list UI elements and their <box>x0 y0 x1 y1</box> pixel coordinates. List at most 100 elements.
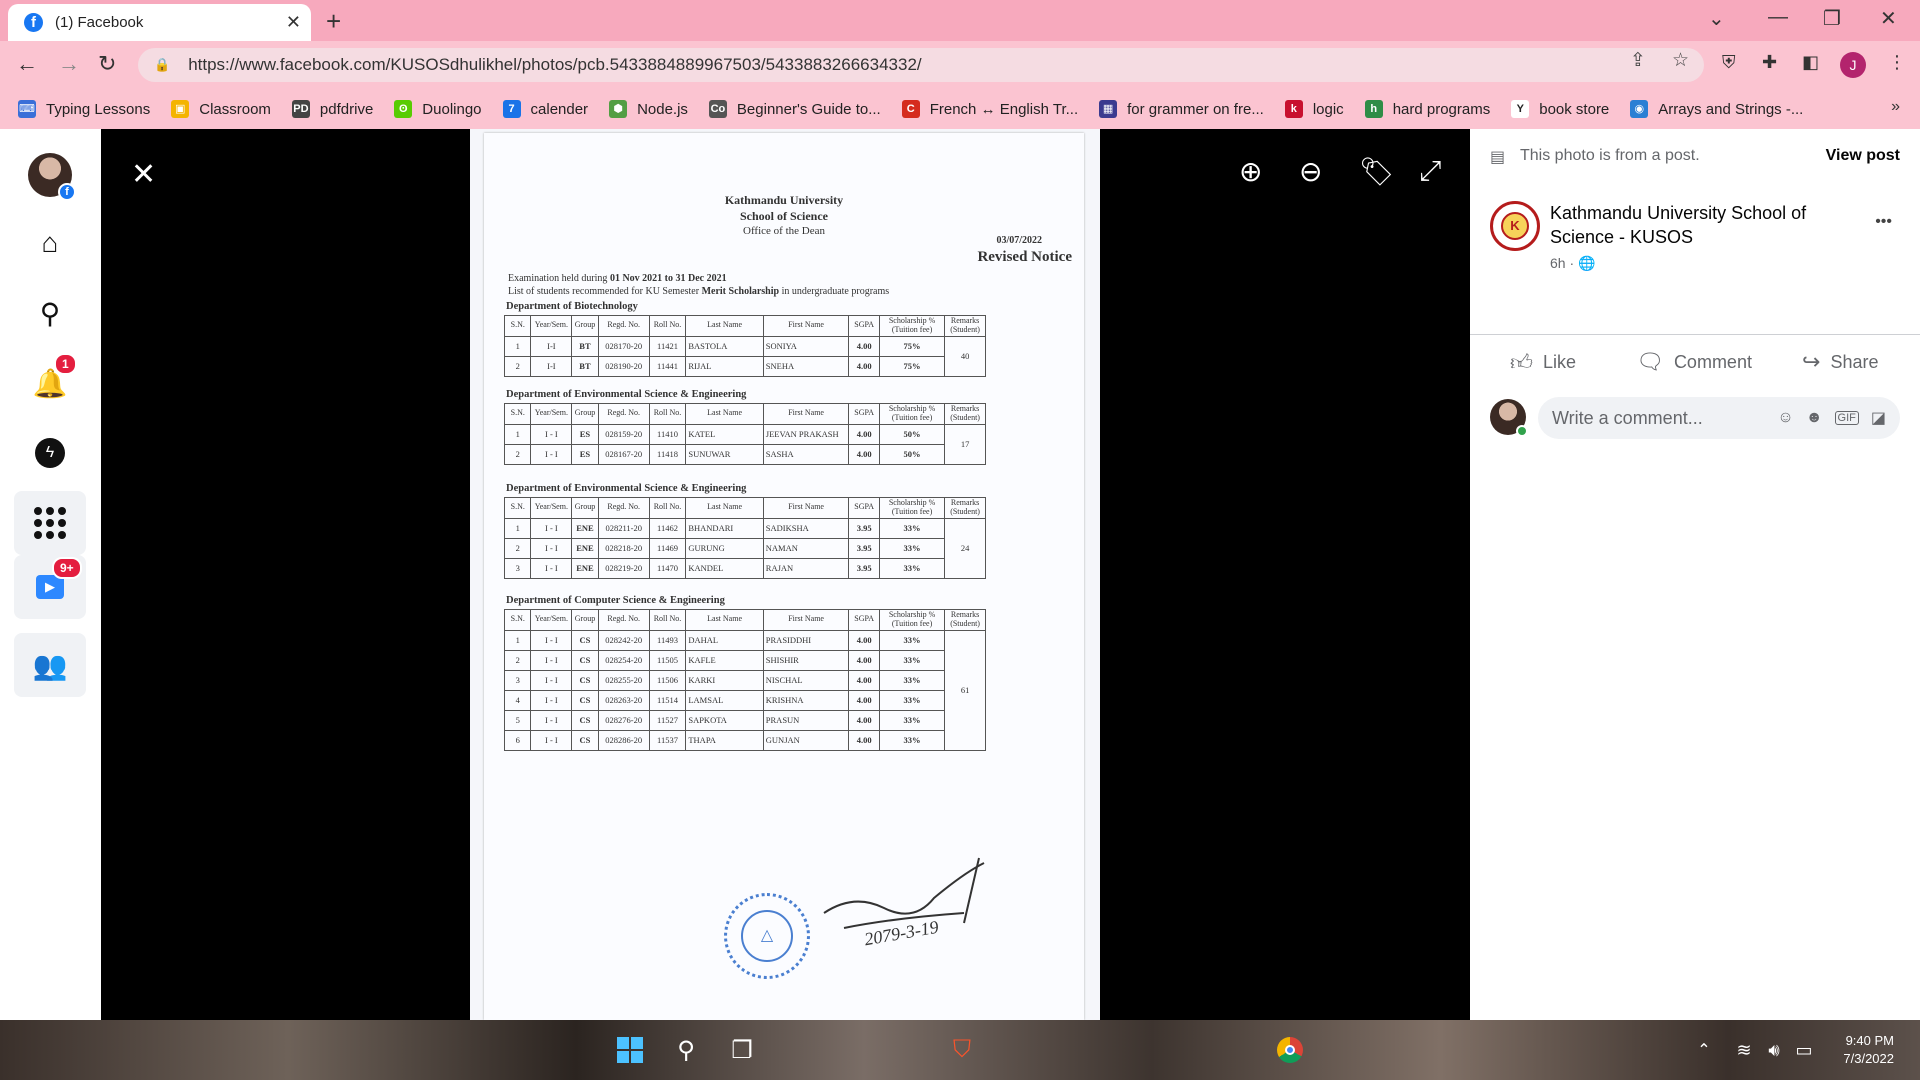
bookmark-item[interactable]: C French ↔ English Tr... <box>901 100 1079 118</box>
comment-input[interactable]: Write a comment... ☺ ☻ GIF ◪ <box>1538 397 1900 439</box>
column-header: Regd. No. <box>597 315 650 337</box>
close-photo-icon[interactable]: ✕ <box>131 157 156 192</box>
bookmark-item[interactable]: ʘ Duolingo <box>394 100 482 118</box>
gif-icon[interactable]: GIF <box>1834 411 1859 425</box>
table-cell: 1 <box>503 335 532 357</box>
table-row: 6I - I CS 028286-20 11537 THAPA GUNJAN 4.00 33% <box>503 729 986 751</box>
remarks-cell: 61 <box>944 629 986 751</box>
extensions-puzzle-icon[interactable]: ✚ <box>1762 52 1777 73</box>
tray-overflow-icon[interactable]: ⌃ <box>1688 1034 1720 1066</box>
bookmark-item[interactable]: ⬢ Node.js <box>609 100 688 118</box>
bookmark-item[interactable]: h hard programs <box>1364 100 1490 118</box>
zoom-in-icon[interactable]: ⊕ <box>1239 155 1262 188</box>
post-more-button[interactable]: ••• <box>1875 213 1892 231</box>
groups-icon[interactable]: 👥 <box>14 633 86 697</box>
bookmark-favicon-icon: ▦ <box>1099 100 1118 118</box>
bookmark-item[interactable]: ◉ Arrays and Strings -... <box>1630 100 1803 118</box>
column-header: Regd. No. <box>597 497 650 519</box>
table-cell: SHISHIR <box>762 649 850 671</box>
ublock-extension-icon[interactable]: ⛨ <box>1722 52 1736 73</box>
table-cell: I-I <box>530 335 573 357</box>
watch-video-icon[interactable]: ▶ 9+ <box>14 555 86 619</box>
home-icon[interactable]: ⌂ <box>24 217 76 269</box>
kusos-page-avatar[interactable]: K <box>1490 201 1540 251</box>
table-cell: CS <box>571 689 599 711</box>
table-cell: 2 <box>503 537 532 559</box>
table-cell: THAPA <box>685 729 764 751</box>
back-button[interactable]: ← <box>16 51 38 77</box>
view-post-link[interactable]: View post <box>1826 147 1900 165</box>
profile-avatar[interactable]: J <box>1840 52 1866 78</box>
university-name: Kathmandu University <box>724 193 844 207</box>
bookmark-item[interactable]: Ybook store <box>1511 100 1609 118</box>
bookmark-item[interactable]: ▣ Classroom <box>171 100 271 118</box>
table-cell: 028211-20 <box>597 517 650 539</box>
restore-button[interactable]: ❐ <box>1823 6 1841 31</box>
like-button[interactable]: 👍︎ Like <box>1510 349 1576 376</box>
bookmark-item[interactable]: k logic <box>1284 100 1344 118</box>
bookmark-item[interactable]: ▦ for grammer on fre... <box>1099 100 1264 118</box>
forward-button[interactable]: → <box>58 51 80 77</box>
emoji-icon[interactable]: ☻ <box>1806 409 1823 427</box>
brave-browser-icon[interactable]: ⛉ <box>946 1034 978 1066</box>
bookmark-favicon-icon: 7 <box>502 100 521 118</box>
table-cell: BT <box>571 355 599 377</box>
lock-icon[interactable]: 🔒 <box>154 57 170 73</box>
task-view-icon[interactable]: ❐ <box>726 1034 758 1066</box>
chrome-taskbar-icon[interactable] <box>1274 1034 1306 1066</box>
table-cell: 5 <box>503 709 532 731</box>
tab-search-icon[interactable]: ⌄ <box>1708 6 1725 31</box>
tab-close-button[interactable]: ✕ <box>286 12 301 33</box>
wifi-icon[interactable]: ≋ <box>1728 1034 1760 1066</box>
bookmark-item[interactable]: Co Beginner's Guide to... <box>708 100 881 118</box>
messenger-icon[interactable]: ϟ <box>24 427 76 479</box>
tag-icon[interactable]: 🏷 <box>1359 155 1395 188</box>
table-cell: KRISHNA <box>762 689 850 711</box>
new-tab-button[interactable]: + <box>326 6 341 37</box>
notifications-bell-icon[interactable]: 🔔 1 <box>24 353 77 409</box>
chrome-menu-icon[interactable]: ⋮ <box>1888 52 1906 73</box>
table-row: 3I - I CS 028255-20 11506 KARKI NISCHAL 4.00 33… <box>503 669 986 691</box>
share-page-icon[interactable]: ⇪ <box>1630 49 1646 72</box>
close-window-button[interactable]: ✕ <box>1880 6 1897 31</box>
table-cell: GURUNG <box>685 537 764 559</box>
side-panel-icon[interactable]: ◧ <box>1802 52 1819 73</box>
menu-grid-icon[interactable] <box>14 491 86 555</box>
sticker-icon[interactable]: ◪ <box>1871 408 1886 428</box>
commenter-avatar[interactable] <box>1490 399 1528 437</box>
column-header: Remarks (Student) <box>944 497 986 519</box>
windows-start-icon[interactable] <box>614 1034 646 1066</box>
bookmarks-overflow-button[interactable]: » <box>1891 98 1900 116</box>
search-icon[interactable]: ⚲ <box>24 287 76 339</box>
share-button[interactable]: ↪ Share <box>1802 349 1878 375</box>
system-clock[interactable]: 9:40 PM 7/3/2022 <box>1843 1032 1894 1068</box>
comment-placeholder[interactable]: Write a comment... <box>1552 408 1777 429</box>
zoom-out-icon[interactable]: ⊖ <box>1299 155 1322 188</box>
table-cell: PRASIDDHI <box>762 629 850 651</box>
bookmark-star-icon[interactable]: ☆ <box>1672 49 1689 72</box>
battery-icon[interactable]: ▭ <box>1788 1034 1820 1066</box>
table-cell: I - I <box>530 709 573 731</box>
page-name-link[interactable]: Kathmandu University School of Science -… <box>1550 201 1850 250</box>
table-cell: 33% <box>878 629 946 651</box>
volume-icon[interactable]: 🔊︎ <box>1758 1034 1790 1066</box>
taskbar-search-icon[interactable]: ⚲ <box>670 1034 702 1066</box>
browser-tab[interactable]: f (1) Facebook ✕ <box>8 4 311 41</box>
clock-time: 9:40 PM <box>1845 1033 1894 1048</box>
bookmark-item[interactable]: 7 calender <box>502 100 588 118</box>
fullscreen-icon[interactable]: ⤢ <box>1419 155 1441 188</box>
reload-button[interactable]: ↻ <box>98 51 116 77</box>
user-avatar[interactable]: f <box>24 149 76 201</box>
url-text[interactable]: https://www.facebook.com/KUSOSdhulikhel/… <box>188 55 921 75</box>
minimize-button[interactable]: — <box>1768 6 1788 29</box>
notice-title: Revised Notice <box>977 249 1072 265</box>
bookmark-item[interactable]: ⌨ Typing Lessons <box>18 100 150 118</box>
bookmark-item[interactable]: PD pdfdrive <box>291 100 373 118</box>
table-cell: 3 <box>503 557 532 579</box>
table-cell: ENE <box>571 517 599 539</box>
address-bar[interactable]: 🔒 https://www.facebook.com/KUSOSdhulikhe… <box>138 48 1704 82</box>
table-cell: 33% <box>878 669 946 691</box>
comment-button[interactable]: 🗨 Comment <box>1636 349 1752 375</box>
bookmark-label: French ↔ English Tr... <box>929 100 1079 118</box>
avatar-sticker-icon[interactable]: ☺ <box>1777 409 1793 427</box>
